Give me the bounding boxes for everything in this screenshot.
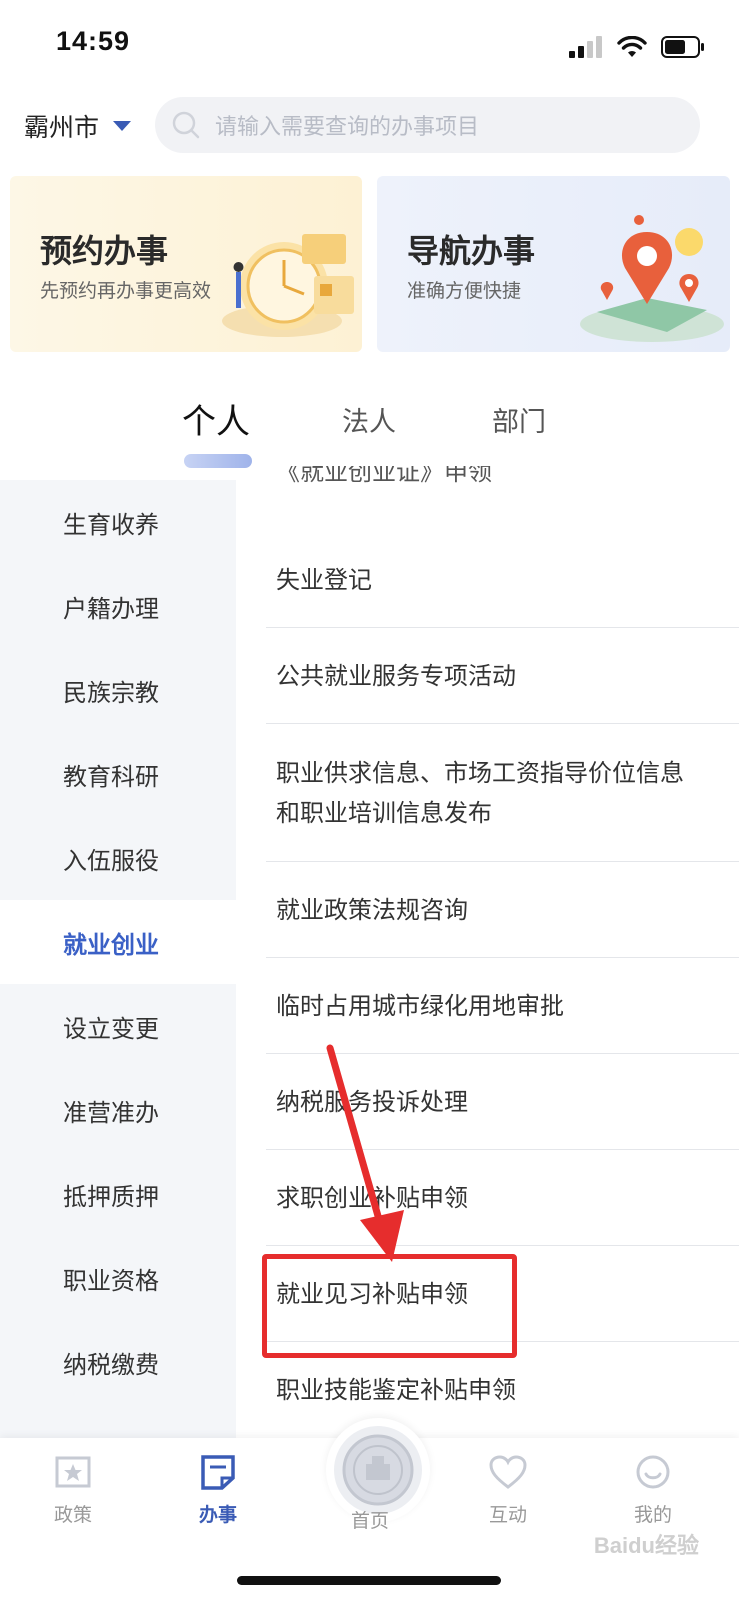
- tab-department[interactable]: 部门: [492, 400, 546, 439]
- nav-affairs[interactable]: 办事: [173, 1454, 263, 1527]
- navigation-card[interactable]: 导航办事 准确方便快捷: [377, 176, 730, 352]
- map-pin-illustration-icon: [580, 215, 724, 342]
- home-emblem-icon: [342, 1434, 414, 1506]
- wifi-icon: [617, 36, 647, 57]
- policy-icon: [55, 1456, 91, 1488]
- card-title: 导航办事: [407, 232, 536, 270]
- nav-interaction[interactable]: 互动: [463, 1454, 553, 1527]
- signal-icon: [569, 36, 602, 58]
- sidebar-item-mortgage-pledge[interactable]: 抵押质押: [0, 1152, 236, 1236]
- card-subtitle: 先预约再办事更高效: [40, 280, 212, 302]
- sidebar-item-professional-qualification[interactable]: 职业资格: [0, 1236, 236, 1320]
- smile-icon: [636, 1455, 670, 1489]
- tab-legal-person[interactable]: 法人: [342, 400, 396, 439]
- list-item[interactable]: 职业供求信息、市场工资指导价位信息和职业培训信息发布: [266, 724, 739, 862]
- appointment-card[interactable]: 预约办事 先预约再办事更高效: [10, 176, 362, 352]
- list-item[interactable]: 就业政策法规咨询: [266, 862, 739, 958]
- nav-policy[interactable]: 政策: [28, 1454, 118, 1527]
- card-subtitle: 准确方便快捷: [407, 280, 522, 302]
- nav-mine[interactable]: 我的: [608, 1454, 698, 1527]
- sidebar-item-military-service[interactable]: 入伍服役: [0, 816, 236, 900]
- tab-indicator: [184, 454, 252, 468]
- nav-label: 互动: [488, 1504, 527, 1526]
- battery-icon: [661, 36, 704, 58]
- category-sidebar: 生育收养 户籍办理 民族宗教 教育科研 入伍服役 就业创业 设立变更 准营准办 …: [0, 480, 236, 1440]
- tab-personal[interactable]: 个人: [182, 394, 250, 443]
- search-placeholder: 请输入需要查询的办事项目: [215, 115, 480, 140]
- list-item[interactable]: 失业登记: [266, 532, 739, 628]
- status-icons: [569, 34, 705, 60]
- clock-illustration-icon: [222, 234, 354, 337]
- sidebar-item-household-registration[interactable]: 户籍办理: [0, 564, 236, 648]
- home-indicator[interactable]: [237, 1576, 501, 1585]
- sidebar-item-education-research[interactable]: 教育科研: [0, 732, 236, 816]
- list-item-partial[interactable]: 《就业创业证》申领: [276, 466, 492, 496]
- city-label: 霸州市: [24, 113, 100, 142]
- list-item[interactable]: 公共就业服务专项活动: [266, 628, 739, 724]
- sidebar-item-establishment-change[interactable]: 设立变更: [0, 984, 236, 1068]
- nav-home-label: 首页: [350, 1510, 389, 1532]
- affairs-icon: [201, 1455, 235, 1490]
- list-item-label: 《就业创业证》申领: [276, 466, 492, 486]
- nav-label: 政策: [53, 1504, 92, 1526]
- sidebar-item-business-permit[interactable]: 准营准办: [0, 1068, 236, 1152]
- nav-label: 办事: [198, 1504, 237, 1526]
- sidebar-item-ethnic-religion[interactable]: 民族宗教: [0, 648, 236, 732]
- sidebar-item-birth-adoption[interactable]: 生育收养: [0, 480, 236, 564]
- sidebar-item-employment[interactable]: 就业创业: [0, 900, 236, 984]
- search-icon: [172, 111, 200, 139]
- heart-icon: [489, 1455, 527, 1489]
- watermark: Baidu经验: [593, 1533, 699, 1558]
- city-selector[interactable]: 霸州市: [24, 108, 132, 144]
- search-bar[interactable]: 请输入需要查询的办事项目: [155, 97, 700, 153]
- arrow-annotation-icon: [326, 1044, 404, 1262]
- nav-label: 我的: [633, 1504, 672, 1526]
- card-title: 预约办事: [40, 232, 169, 270]
- status-time: 14:59: [56, 26, 131, 56]
- sidebar-item-tax-payment[interactable]: 纳税缴费: [0, 1320, 236, 1404]
- chevron-down-icon: [113, 121, 132, 131]
